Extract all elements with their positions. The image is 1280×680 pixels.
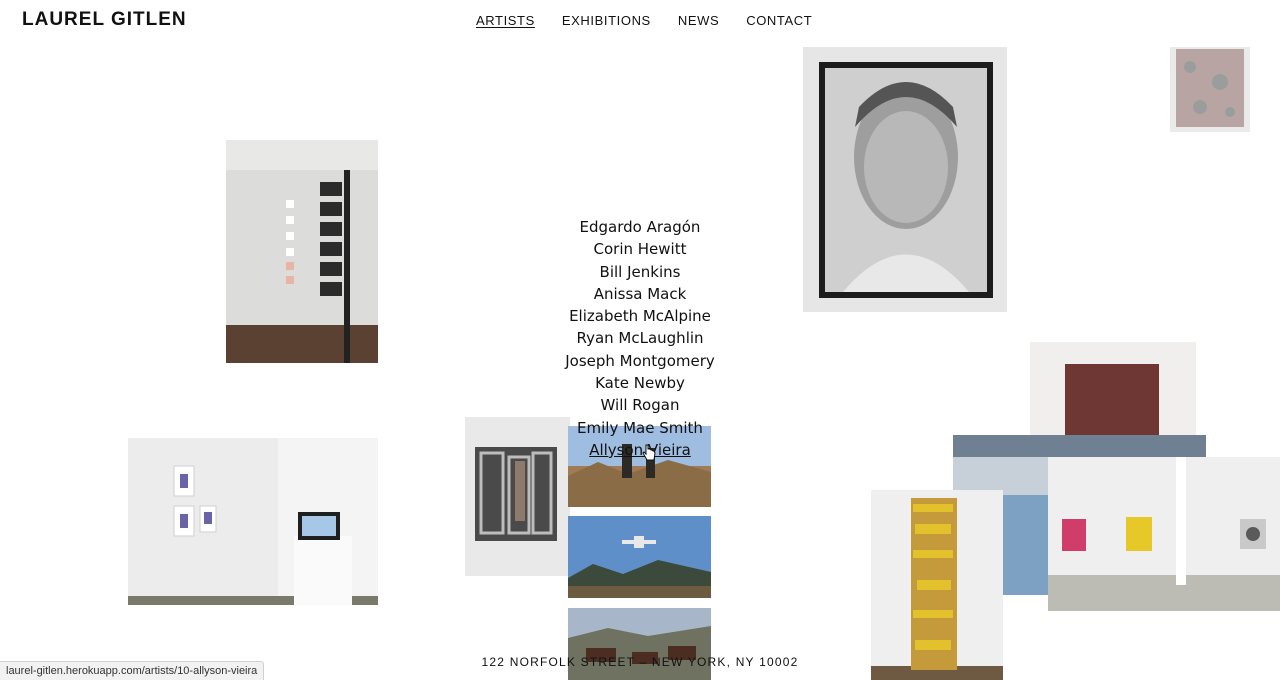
nav-news[interactable]: NEWS — [678, 13, 719, 28]
artist-link-kate-newby[interactable]: Kate Newby — [0, 372, 1280, 394]
browser-status-bar: laurel-gitlen.herokuapp.com/artists/10-a… — [0, 661, 265, 680]
site-logo[interactable]: LAUREL GITLEN — [22, 9, 187, 31]
artist-link-ryan-mclaughlin[interactable]: Ryan McLaughlin — [0, 327, 1280, 349]
artist-link-corin-hewitt[interactable]: Corin Hewitt — [0, 238, 1280, 260]
artwork-framed-photos-tv[interactable] — [128, 438, 378, 605]
artwork-photo-horses[interactable] — [568, 608, 711, 680]
artist-link-will-rogan[interactable]: Will Rogan — [0, 394, 1280, 416]
artwork-small-abstract[interactable] — [1170, 47, 1250, 132]
nav-contact[interactable]: CONTACT — [746, 13, 812, 28]
artist-list: Edgardo Aragón Corin Hewitt Bill Jenkins… — [0, 216, 1280, 461]
artist-link-anissa-mack[interactable]: Anissa Mack — [0, 283, 1280, 305]
artist-link-bill-jenkins[interactable]: Bill Jenkins — [0, 261, 1280, 283]
artist-link-emily-mae-smith[interactable]: Emily Mae Smith — [0, 417, 1280, 439]
artist-link-elizabeth-mcalpine[interactable]: Elizabeth McAlpine — [0, 305, 1280, 327]
main-nav: ARTISTS EXHIBITIONS NEWS CONTACT — [476, 13, 812, 28]
nav-exhibitions[interactable]: EXHIBITIONS — [562, 13, 651, 28]
artist-link-allyson-vieira[interactable]: Allyson Vieira — [0, 439, 1280, 461]
artwork-photo-airplane[interactable] — [568, 516, 711, 598]
nav-artists[interactable]: ARTISTS — [476, 13, 535, 28]
hand-cursor-icon — [642, 444, 656, 461]
artwork-gallery-paintings[interactable] — [1048, 457, 1280, 611]
artist-link-edgardo-aragon[interactable]: Edgardo Aragón — [0, 216, 1280, 238]
artist-link-joseph-montgomery[interactable]: Joseph Montgomery — [0, 350, 1280, 372]
artwork-stacked-books[interactable] — [871, 490, 1003, 680]
